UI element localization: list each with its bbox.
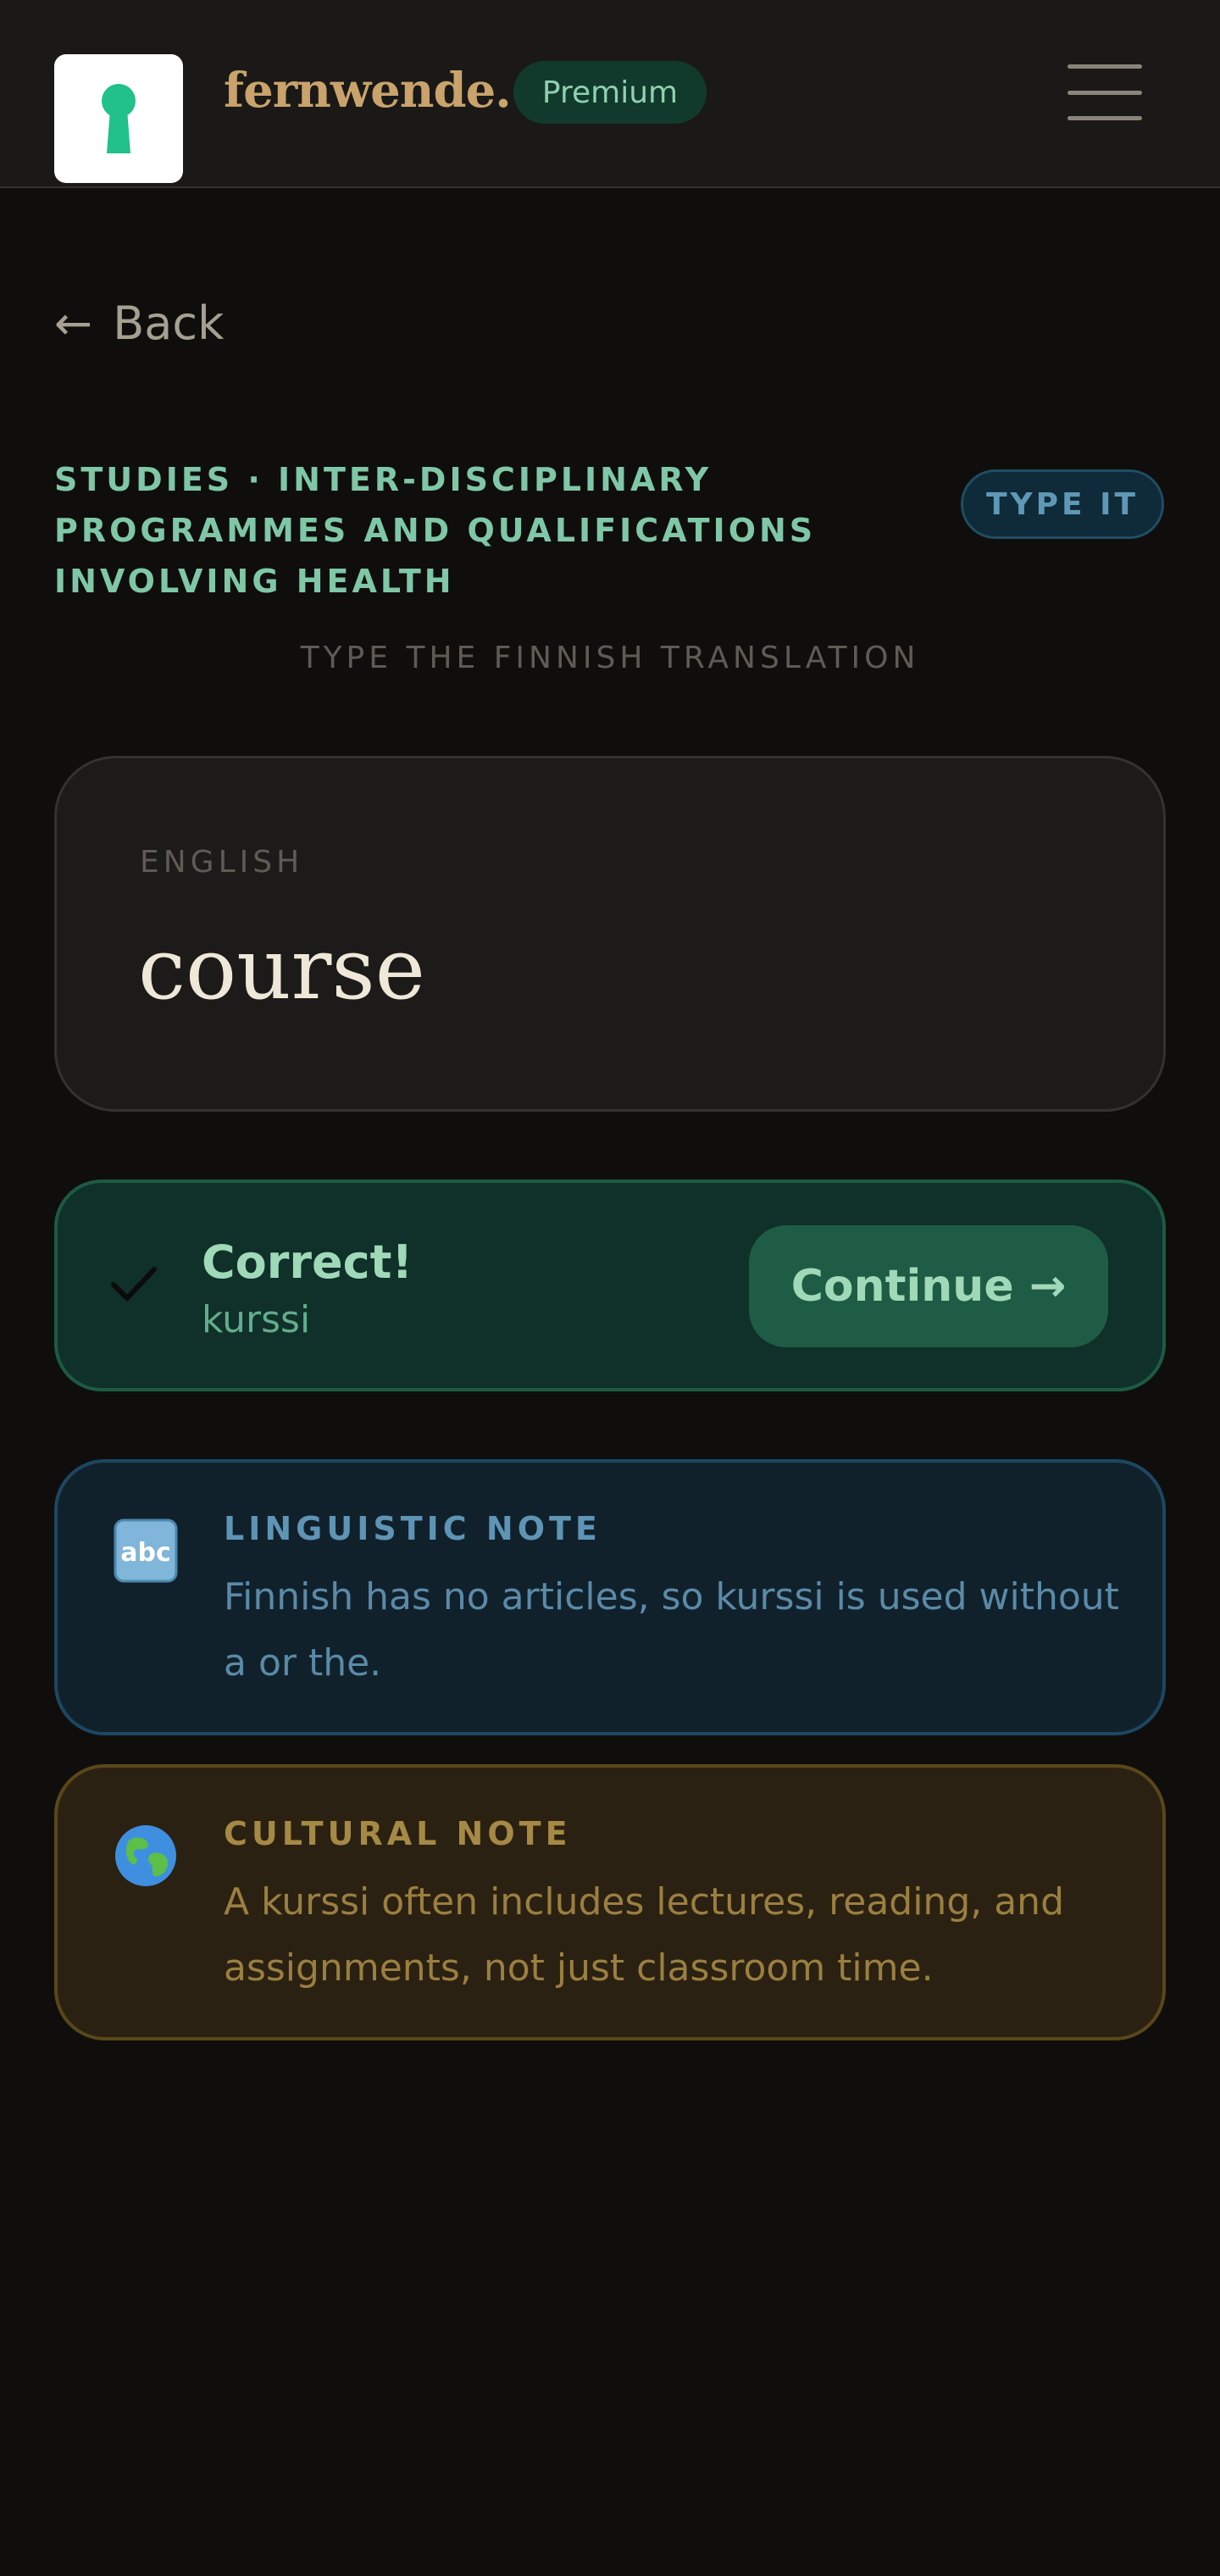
result-card: Correct! kurssi Continue → xyxy=(54,1180,1166,1391)
mode-badge: TYPE IT xyxy=(961,469,1164,539)
prompt-word: course xyxy=(138,919,425,1019)
cultural-note-card: CULTURAL NOTE A kurssi often includes le… xyxy=(54,1764,1166,2040)
keyhole-icon xyxy=(102,84,136,153)
back-button[interactable]: ← Back xyxy=(54,297,224,350)
cultural-note-text: A kurssi often includes lectures, readin… xyxy=(224,1880,1064,1990)
correct-answer: kurssi xyxy=(202,1298,311,1341)
continue-button[interactable]: Continue → xyxy=(749,1225,1108,1347)
result-title: Correct! xyxy=(202,1235,413,1289)
linguistic-note-text: Finnish has no articles, so kurssi is us… xyxy=(224,1575,1119,1685)
checkmark-icon xyxy=(111,1267,157,1301)
prompt-card: ENGLISH course xyxy=(54,756,1166,1112)
cultural-note-title: CULTURAL NOTE xyxy=(224,1815,572,1852)
logo[interactable] xyxy=(54,54,183,183)
arrow-left-icon: ← xyxy=(54,297,93,350)
instruction-text: TYPE THE FINNISH TRANSLATION xyxy=(300,641,920,675)
back-label: Back xyxy=(113,297,225,350)
linguistic-note-card: abc LINGUISTIC NOTE Finnish has no artic… xyxy=(54,1459,1166,1735)
brand-name[interactable]: fernwende. xyxy=(224,63,512,119)
breadcrumb: STUDIES · INTER-DISCIPLINARY PROGRAMMES … xyxy=(54,461,817,600)
prompt-language-label: ENGLISH xyxy=(140,845,304,880)
app-header: fernwende. Premium xyxy=(0,0,1220,188)
abc-icon: abc xyxy=(114,1518,178,1583)
svg-text:abc: abc xyxy=(120,1538,171,1568)
linguistic-note-title: LINGUISTIC NOTE xyxy=(224,1510,602,1547)
globe-icon xyxy=(115,1825,176,1886)
hamburger-menu-icon[interactable] xyxy=(1068,64,1142,120)
premium-badge: Premium xyxy=(513,61,707,124)
